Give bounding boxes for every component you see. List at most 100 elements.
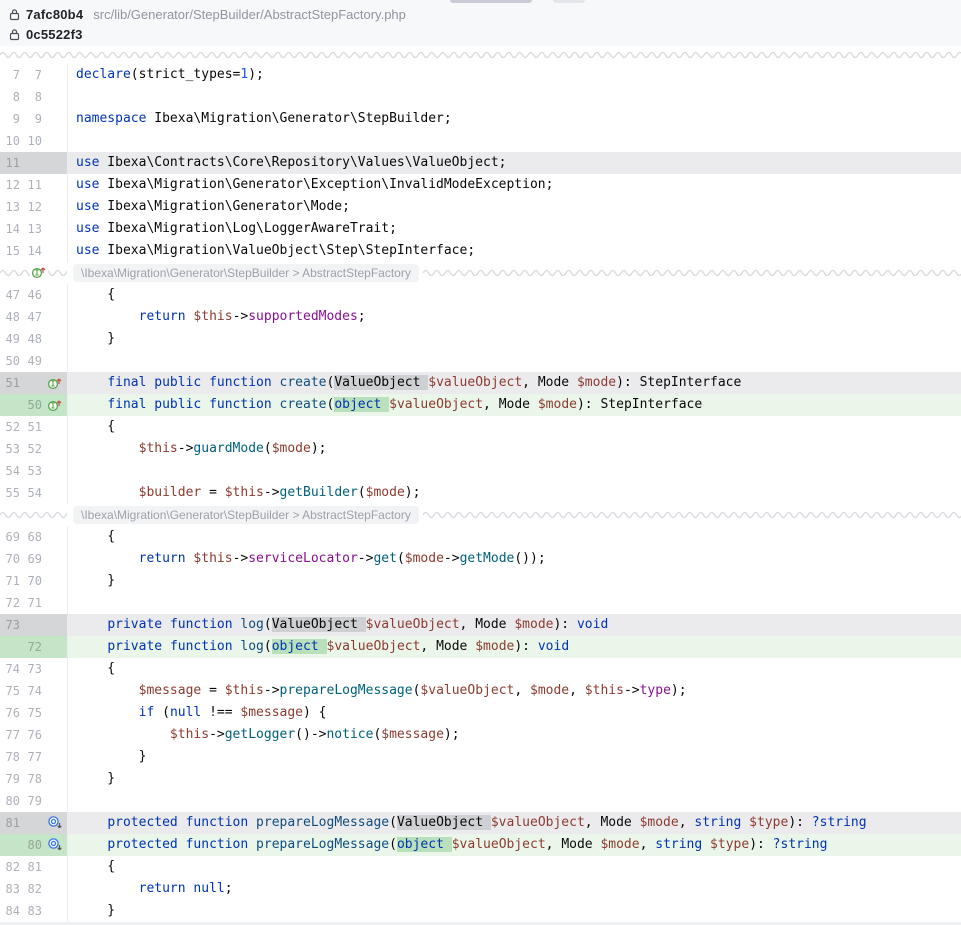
code-line[interactable]: 1211use Ibexa\Migration\Generator\Except… (0, 174, 961, 196)
code-line[interactable]: 7170 } (0, 570, 961, 592)
code-line[interactable]: 80 protected function prepareLogMessage(… (0, 834, 961, 856)
code-text: return $this->supportedModes; (68, 306, 366, 328)
code-line[interactable]: 7877 } (0, 746, 961, 768)
code-line[interactable]: 6968 { (0, 526, 961, 548)
code-line[interactable]: 72 private function log(object $valueObj… (0, 636, 961, 658)
code-line[interactable]: 8483 } (0, 900, 961, 922)
gutter: 4948 (0, 328, 67, 350)
fold-breadcrumb[interactable]: \Ibexa\Migration\Generator\StepBuilder >… (73, 264, 419, 282)
code-line[interactable]: 77declare(strict_types=1); (0, 64, 961, 86)
code-line[interactable]: 51I final public function create(ValueOb… (0, 372, 961, 394)
code-text: private function log(object $valueObject… (68, 636, 569, 658)
collapsed-region-wave (0, 46, 961, 64)
code-line[interactable]: 8281 { (0, 856, 961, 878)
gutter-icon-slot (42, 152, 67, 174)
code-text: { (68, 284, 115, 306)
lock-icon (8, 28, 20, 41)
code-line[interactable]: 73 private function log(ValueObject $val… (0, 614, 961, 636)
code-text: $message = $this->prepareLogMessage($val… (68, 680, 687, 702)
implements-marker-icon: I (47, 397, 63, 413)
code-line[interactable]: 7271 (0, 592, 961, 614)
code-line[interactable]: 1413use Ibexa\Migration\Log\LoggerAwareT… (0, 218, 961, 240)
code-text: } (68, 768, 115, 790)
new-line-number: 13 (20, 222, 42, 236)
new-line-number: 53 (20, 464, 42, 478)
gutter-icon-slot (42, 702, 67, 724)
code-line[interactable]: 4746 { (0, 284, 961, 306)
overridden-marker-icon[interactable] (42, 834, 67, 856)
code-line[interactable]: 5049 (0, 350, 961, 372)
code-text: { (68, 416, 115, 438)
gutter: 8079 (0, 790, 67, 812)
code-line[interactable]: 7473 { (0, 658, 961, 680)
gutter-icon-slot (42, 790, 67, 812)
fold-wave-right (423, 509, 961, 521)
old-line-number: 50 (0, 354, 20, 368)
gutter-icon-slot (42, 416, 67, 438)
implements-marker-icon[interactable]: I (42, 372, 67, 394)
code-line[interactable]: 88 (0, 86, 961, 108)
code-line[interactable]: 5554 $builder = $this->getBuilder($mode)… (0, 482, 961, 504)
gutter: 8483 (0, 900, 67, 922)
lock-icon (8, 8, 20, 21)
fold-breadcrumb[interactable]: \Ibexa\Migration\Generator\StepBuilder >… (73, 506, 419, 524)
code-line[interactable]: 1010 (0, 130, 961, 152)
code-text: { (68, 526, 115, 548)
code-line[interactable]: 4948 } (0, 328, 961, 350)
gutter: 8382 (0, 878, 67, 900)
old-line-number: 84 (0, 904, 20, 918)
gutter: 80 (0, 834, 67, 856)
new-line-number: 73 (20, 662, 42, 676)
code-line[interactable]: 81 protected function prepareLogMessage(… (0, 812, 961, 834)
code-line[interactable]: 7776 $this->getLogger()->notice($message… (0, 724, 961, 746)
old-line-number: 55 (0, 486, 20, 500)
code-line[interactable]: 8079 (0, 790, 961, 812)
old-line-number: 80 (0, 794, 20, 808)
code-line[interactable]: 1514use Ibexa\Migration\ValueObject\Step… (0, 240, 961, 262)
new-commit-hash: 0c5522f3 (26, 27, 83, 42)
old-line-number: 70 (0, 552, 20, 566)
code-text: use Ibexa\Migration\Generator\Mode; (68, 196, 350, 218)
code-line[interactable]: 7574 $message = $this->prepareLogMessage… (0, 680, 961, 702)
old-line-number: 82 (0, 860, 20, 874)
code-line[interactable]: 5453 (0, 460, 961, 482)
gutter-icon-slot (42, 350, 67, 372)
code-line[interactable]: 4847 return $this->supportedModes; (0, 306, 961, 328)
gutter: 4847 (0, 306, 67, 328)
svg-text:I: I (50, 402, 55, 411)
gutter: 7271 (0, 592, 67, 614)
code-text: protected function prepareLogMessage(Val… (68, 812, 867, 834)
code-line[interactable]: 5251 { (0, 416, 961, 438)
fold-wave-left: I (0, 267, 67, 279)
top-partial-tab (450, 0, 532, 3)
gutter: 1413 (0, 218, 67, 240)
new-line-number: 70 (20, 574, 42, 588)
old-line-number: 77 (0, 728, 20, 742)
new-line-number: 71 (20, 596, 42, 610)
overridden-marker-icon[interactable] (42, 812, 67, 834)
code-text: $builder = $this->getBuilder($mode); (68, 482, 420, 504)
code-text: use Ibexa\Contracts\Core\Repository\Valu… (68, 152, 506, 174)
gutter-icon-slot (42, 746, 67, 768)
code-line[interactable]: 7675 if (null !== $message) { (0, 702, 961, 724)
code-line[interactable]: 8382 return null; (0, 878, 961, 900)
new-line-number: 80 (20, 838, 42, 852)
overridden-marker-icon (47, 815, 63, 831)
new-line-number: 79 (20, 794, 42, 808)
code-line[interactable]: 5352 $this->guardMode($mode); (0, 438, 961, 460)
code-line[interactable]: 50I final public function create(object … (0, 394, 961, 416)
code-line[interactable]: 7978 } (0, 768, 961, 790)
code-line[interactable]: 1312use Ibexa\Migration\Generator\Mode; (0, 196, 961, 218)
gutter: 5453 (0, 460, 67, 482)
code-line[interactable]: 7069 return $this->serviceLocator->get($… (0, 548, 961, 570)
implements-marker-icon[interactable]: I (42, 394, 67, 416)
code-line[interactable]: 99namespace Ibexa\Migration\Generator\St… (0, 108, 961, 130)
gutter: 88 (0, 86, 67, 108)
code-line[interactable]: 11use Ibexa\Contracts\Core\Repository\Va… (0, 152, 961, 174)
implements-marker-icon: I (47, 375, 63, 391)
new-line-number: 78 (20, 772, 42, 786)
code-text: final public function create(object $val… (68, 394, 702, 416)
gutter-icon-slot (42, 196, 67, 218)
gutter-icon-slot (42, 108, 67, 130)
implements-marker-icon[interactable]: I (30, 264, 48, 285)
